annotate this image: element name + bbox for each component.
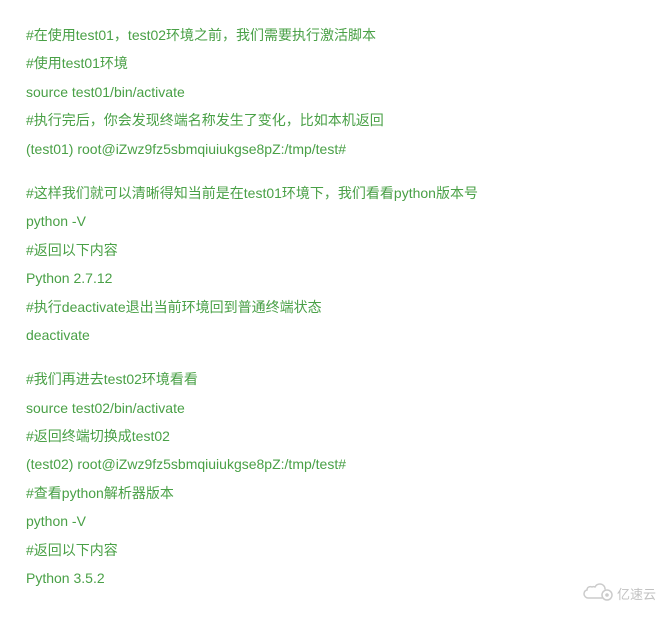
code-line: python -V: [26, 210, 638, 232]
code-line: python -V: [26, 510, 638, 532]
code-line: #查看python解析器版本: [26, 482, 638, 504]
code-line: Python 3.5.2: [26, 567, 638, 589]
watermark-text: 亿速云: [617, 584, 656, 603]
code-line: #我们再进去test02环境看看: [26, 368, 638, 390]
code-line: #返回以下内容: [26, 239, 638, 261]
code-line: source test01/bin/activate: [26, 81, 638, 103]
code-line: source test02/bin/activate: [26, 397, 638, 419]
code-line: Python 2.7.12: [26, 267, 638, 289]
code-line: #执行deactivate退出当前环境回到普通终端状态: [26, 296, 638, 318]
code-line: #这样我们就可以清晰得知当前是在test01环境下，我们看看python版本号: [26, 182, 638, 204]
code-content: #在使用test01，test02环境之前，我们需要执行激活脚本 #使用test…: [0, 0, 664, 619]
blank-line: [26, 352, 638, 368]
code-line: #返回以下内容: [26, 539, 638, 561]
code-line: #在使用test01，test02环境之前，我们需要执行激活脚本: [26, 24, 638, 46]
code-line: deactivate: [26, 324, 638, 346]
watermark: 亿速云: [583, 583, 656, 603]
code-line: (test02) root@iZwz9fz5sbmqiuiukgse8pZ:/t…: [26, 453, 638, 475]
cloud-icon: [583, 583, 613, 603]
code-line: (test01) root@iZwz9fz5sbmqiuiukgse8pZ:/t…: [26, 138, 638, 160]
code-line: #执行完后，你会发现终端名称发生了变化，比如本机返回: [26, 109, 638, 131]
code-line: #使用test01环境: [26, 52, 638, 74]
blank-line: [26, 166, 638, 182]
code-line: #返回终端切换成test02: [26, 425, 638, 447]
